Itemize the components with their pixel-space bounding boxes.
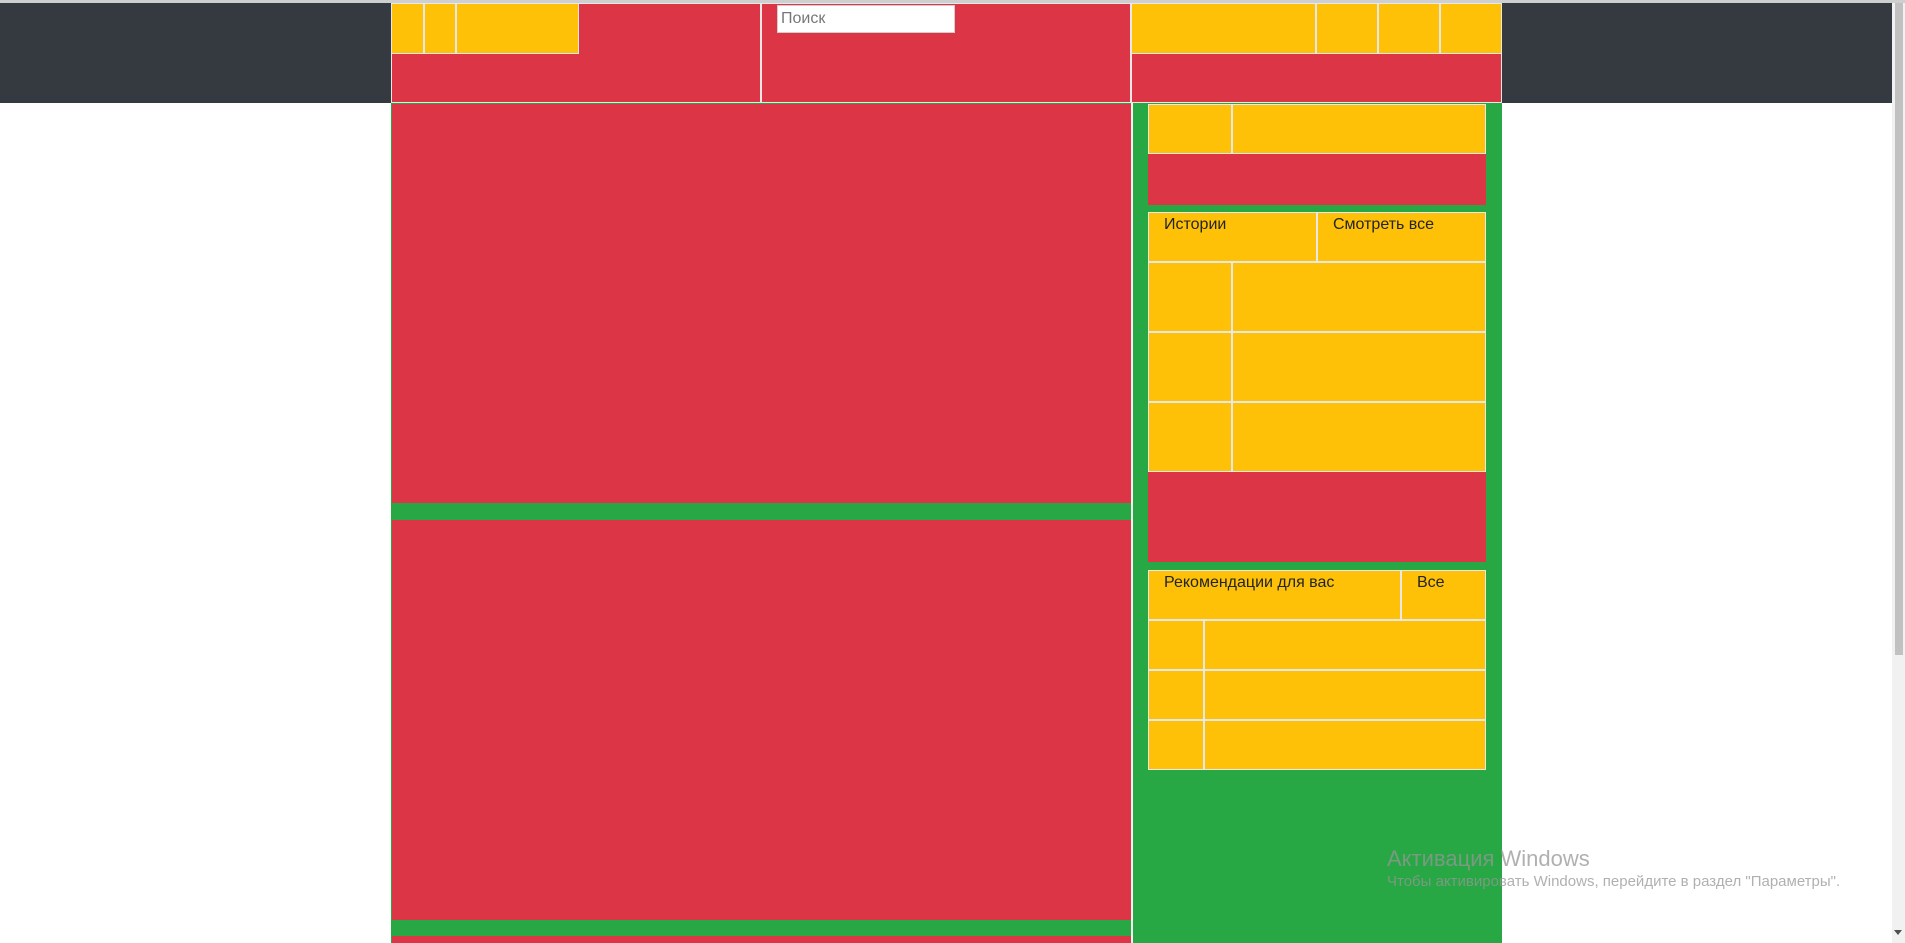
header-right-btn-4[interactable] — [1440, 3, 1502, 54]
stories-footer — [1148, 472, 1486, 562]
recommendation-avatar[interactable] — [1148, 670, 1204, 720]
story-avatar[interactable] — [1148, 262, 1232, 332]
recommendation-item[interactable] — [1204, 720, 1486, 770]
recommendation-avatar[interactable] — [1148, 620, 1204, 670]
story-avatar[interactable] — [1148, 332, 1232, 402]
scrollbar-thumb[interactable] — [1895, 3, 1903, 655]
stories-title: Истории — [1164, 216, 1227, 233]
feed-post-1[interactable] — [392, 104, 1131, 503]
story-avatar[interactable] — [1148, 402, 1232, 472]
activation-title: Активация Windows — [1387, 846, 1590, 871]
story-item[interactable] — [1232, 262, 1486, 332]
recommendations-title: Рекомендации для вас — [1164, 574, 1335, 591]
story-item[interactable] — [1232, 332, 1486, 402]
recommendation-avatar[interactable] — [1148, 720, 1204, 770]
header-left-btn-3[interactable] — [456, 3, 579, 54]
activation-text: Чтобы активировать Windows, перейдите в … — [1387, 873, 1841, 890]
profile-avatar[interactable] — [1148, 104, 1232, 154]
header-right-btn-1[interactable] — [1131, 3, 1316, 54]
story-item[interactable] — [1232, 402, 1486, 472]
header-right-btn-3[interactable] — [1378, 3, 1440, 54]
header-right-btn-2[interactable] — [1316, 3, 1378, 54]
header-left-btn-2[interactable] — [424, 3, 456, 54]
profile-extra — [1148, 154, 1486, 205]
feed-post-3[interactable] — [392, 936, 1131, 943]
header-left-btn-1[interactable] — [391, 3, 424, 54]
recommendation-item[interactable] — [1204, 620, 1486, 670]
recommendation-item[interactable] — [1204, 670, 1486, 720]
profile-name[interactable] — [1232, 104, 1486, 154]
scroll-down-icon[interactable] — [1894, 930, 1902, 935]
stories-see-all-label: Смотреть все — [1333, 216, 1435, 233]
feed-post-2[interactable] — [392, 520, 1131, 920]
recommendations-all-label: Все — [1417, 574, 1445, 591]
search-input[interactable] — [777, 5, 955, 33]
